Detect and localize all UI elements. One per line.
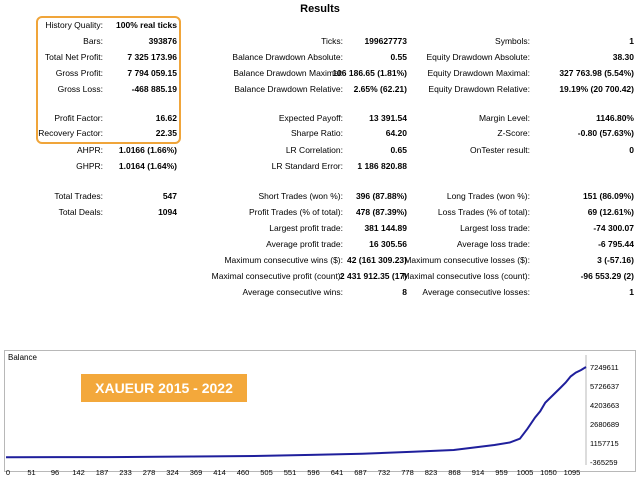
y-tick-label: 5726637 — [590, 382, 619, 391]
y-tick-label: 4203663 — [590, 401, 619, 410]
x-tick-label: 914 — [472, 468, 485, 477]
x-tick-label: 324 — [166, 468, 179, 477]
x-tick-label: 414 — [213, 468, 226, 477]
x-tick-label: 551 — [284, 468, 297, 477]
x-tick-label: 0 — [6, 468, 10, 477]
x-tick-label: 369 — [190, 468, 203, 477]
x-tick-label: 187 — [96, 468, 109, 477]
x-tick-label: 142 — [72, 468, 85, 477]
x-tick-label: 823 — [425, 468, 438, 477]
x-tick-label: 1095 — [564, 468, 581, 477]
y-tick-label: 2680689 — [590, 420, 619, 429]
x-tick-label: 959 — [495, 468, 508, 477]
x-tick-label: 641 — [331, 468, 344, 477]
y-tick-label: 7249611 — [590, 363, 619, 372]
y-tick-label: 1157715 — [590, 439, 619, 448]
x-tick-label: 687 — [354, 468, 367, 477]
x-tick-label: 732 — [378, 468, 391, 477]
x-tick-label: 51 — [27, 468, 35, 477]
balance-chart: 7249611 5726637 4203663 2680689 1157715 -3652… — [6, 355, 619, 477]
x-tick-label: 778 — [401, 468, 414, 477]
y-tick-label: -365259 — [590, 458, 618, 467]
x-tick-label: 96 — [51, 468, 59, 477]
chart-overlay-label: XAUEUR 2015 - 2022 — [81, 374, 247, 402]
x-tick-label: 596 — [307, 468, 320, 477]
x-tick-label: 1050 — [540, 468, 557, 477]
x-tick-label: 233 — [119, 468, 132, 477]
x-tick-label: 460 — [237, 468, 250, 477]
x-tick-label: 505 — [260, 468, 273, 477]
x-tick-label: 278 — [143, 468, 156, 477]
x-tick-label: 868 — [448, 468, 461, 477]
x-tick-label: 1005 — [517, 468, 534, 477]
